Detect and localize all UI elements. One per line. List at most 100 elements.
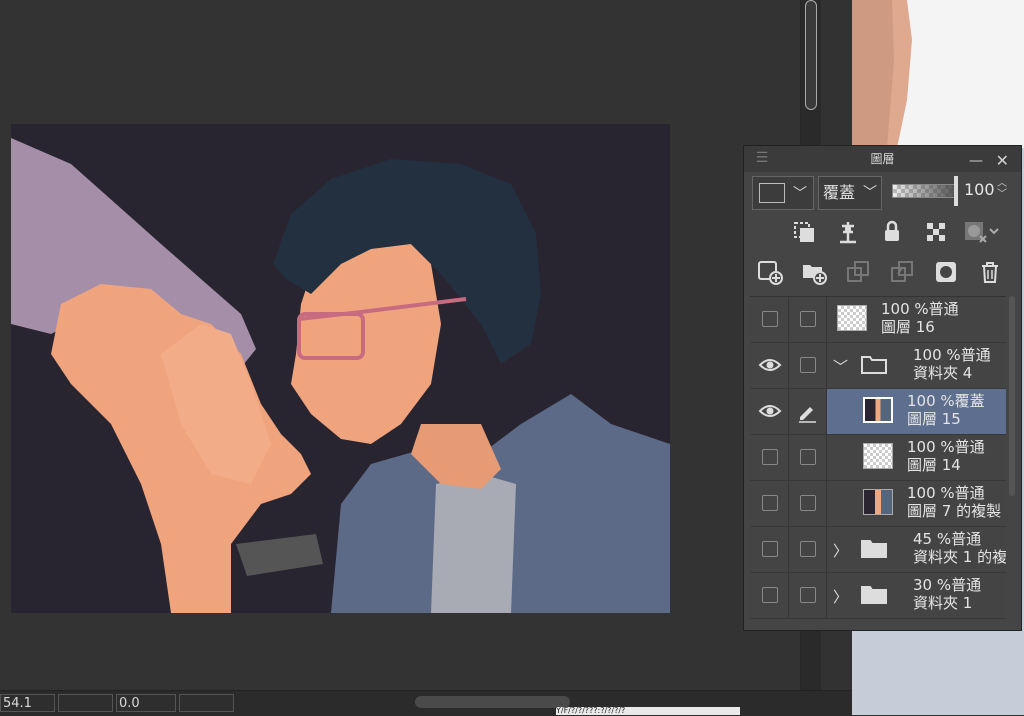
layer-row[interactable]: 100 %覆蓋 圖層 15: [750, 389, 1006, 435]
layer-list-scrollbar[interactable]: [1009, 296, 1015, 496]
layer-info[interactable]: 100 %普通 圖層 14: [827, 435, 1006, 480]
reference-layer-icon[interactable]: [834, 218, 862, 246]
eye-icon: [758, 359, 782, 371]
folder-icon: [861, 540, 887, 558]
create-layer-mask-icon[interactable]: [932, 258, 960, 286]
eye-icon: [758, 405, 782, 417]
layer-info[interactable]: 100 %覆蓋 圖層 15: [827, 389, 1006, 434]
opacity-slider-handle[interactable]: [954, 176, 958, 206]
checkbox-icon: [762, 449, 778, 465]
layer-blend-text: 100 %普通: [907, 484, 985, 502]
checkbox-icon: [800, 495, 816, 511]
visibility-toggle[interactable]: [750, 297, 789, 342]
layer-list: 100 %普通 圖層 16 ﹀ 100 %普通 資料夾 4 100 %覆蓋 圖層 15 100…: [750, 296, 1006, 625]
layer-thumbnail: [863, 443, 893, 469]
chevron-down-icon: ﹀: [863, 185, 877, 201]
opacity-value[interactable]: 100: [964, 180, 995, 199]
layer-name: 圖層 14: [907, 456, 961, 474]
lock-transparency-icon[interactable]: [922, 218, 950, 246]
checkbox-icon: [762, 495, 778, 511]
checkbox-icon: [800, 541, 816, 557]
layer-panel-title: ☰ 圖層 — ✕: [744, 146, 1021, 172]
layer-name: 圖層 7 的複製 2: [907, 502, 1006, 520]
clip-to-layer-below-icon[interactable]: [790, 218, 818, 246]
layer-info[interactable]: 100 %普通 圖層 7 的複製 2: [827, 481, 1006, 526]
zoom-field[interactable]: 54.1: [0, 694, 55, 712]
blend-mode-label: 覆蓋: [823, 183, 856, 202]
layer-name: 資料夾 1 的複: [913, 548, 1006, 566]
layer-row[interactable]: 100 %普通 圖層 16: [750, 297, 1006, 343]
close-icon[interactable]: ✕: [996, 148, 1009, 174]
checkbox-icon: [800, 449, 816, 465]
layer-blend-text: 100 %普通: [881, 300, 959, 318]
lock-icon[interactable]: [878, 218, 906, 246]
tooltip-strip: Y/F/?/?/???:?/?/?/?: [556, 707, 740, 715]
layer-thumbnail: [863, 397, 893, 423]
layer-toggle-icons: [744, 218, 1021, 252]
visibility-toggle[interactable]: [750, 435, 789, 480]
checkbox-icon: [800, 311, 816, 327]
layer-name: 圖層 15: [907, 410, 961, 428]
checkbox-icon: [762, 587, 778, 603]
panel-menu-icon[interactable]: ☰: [754, 151, 770, 165]
blend-mode-dropdown[interactable]: 覆蓋 ﹀: [818, 176, 882, 210]
edit-target-toggle[interactable]: [788, 343, 827, 388]
chevron-down-icon: ﹀: [793, 186, 807, 202]
layer-row[interactable]: 100 %普通 圖層 7 的複製 2: [750, 481, 1006, 527]
edit-target-toggle[interactable]: [788, 389, 827, 434]
layer-row[interactable]: 〉 45 %普通 資料夾 1 的複: [750, 527, 1006, 573]
opacity-spinner-icon[interactable]: ︿ ﹀: [997, 178, 1007, 200]
visibility-toggle[interactable]: [750, 481, 789, 526]
checkbox-icon: [800, 357, 816, 373]
new-folder-icon[interactable]: [800, 258, 828, 286]
new-raster-layer-icon[interactable]: [756, 258, 784, 286]
rotation-field[interactable]: 0.0: [116, 694, 176, 712]
mask-options-icon[interactable]: [962, 218, 1002, 246]
rotation-slider[interactable]: [179, 694, 234, 712]
chevron-right-icon[interactable]: 〉: [833, 540, 848, 561]
canvas-workspace: [0, 0, 800, 690]
layer-row[interactable]: 100 %普通 圖層 14: [750, 435, 1006, 481]
edit-target-toggle[interactable]: [788, 527, 827, 572]
pen-icon: [799, 407, 816, 423]
delete-layer-icon[interactable]: [976, 258, 1004, 286]
layer-row[interactable]: 〉 30 %普通 資料夾 1: [750, 573, 1006, 619]
layer-blend-text: 45 %普通: [913, 530, 982, 548]
layer-name: 圖層 16: [881, 318, 935, 336]
opacity-slider[interactable]: [892, 184, 956, 198]
visibility-toggle[interactable]: [750, 343, 789, 388]
merge-to-lower-layer-icon[interactable]: [888, 258, 916, 286]
edit-target-toggle[interactable]: [788, 573, 827, 618]
visibility-toggle[interactable]: [750, 527, 789, 572]
folder-icon: [861, 356, 887, 374]
minimize-icon[interactable]: —: [969, 148, 983, 174]
layer-color-dropdown[interactable]: ﹀: [752, 176, 814, 210]
edit-target-toggle[interactable]: [788, 481, 827, 526]
checkbox-icon: [762, 541, 778, 557]
layer-row[interactable]: ﹀ 100 %普通 資料夾 4: [750, 343, 1006, 389]
panel-title-text: 圖層: [870, 152, 895, 166]
layer-name: 資料夾 1: [913, 594, 973, 612]
layer-thumbnail: [837, 305, 867, 331]
zoom-slider[interactable]: [58, 694, 113, 712]
visibility-toggle[interactable]: [750, 389, 789, 434]
layer-action-icons: [744, 258, 1021, 292]
layer-name: 資料夾 4: [913, 364, 973, 382]
horizontal-scrollbar[interactable]: [415, 696, 570, 708]
layer-info[interactable]: ﹀ 100 %普通 資料夾 4: [827, 343, 1006, 388]
chevron-down-icon[interactable]: ﹀: [833, 356, 848, 377]
artwork-canvas[interactable]: [11, 124, 670, 613]
chevron-right-icon[interactable]: 〉: [833, 586, 848, 607]
layer-panel: ☰ 圖層 — ✕ ﹀ 覆蓋 ﹀ 100 ︿ ﹀ 100 %普通 圖層 16 ﹀ …: [743, 145, 1022, 631]
layer-properties-bar: ﹀ 覆蓋 ﹀ 100 ︿ ﹀: [744, 174, 1021, 216]
layer-blend-text: 100 %普通: [907, 438, 985, 456]
edit-target-toggle[interactable]: [788, 435, 827, 480]
checkbox-icon: [800, 587, 816, 603]
edit-target-toggle[interactable]: [788, 297, 827, 342]
visibility-toggle[interactable]: [750, 573, 789, 618]
layer-info[interactable]: 〉 45 %普通 資料夾 1 的複: [827, 527, 1006, 572]
layer-info[interactable]: 100 %普通 圖層 16: [827, 297, 1006, 342]
transfer-to-lower-layer-icon[interactable]: [844, 258, 872, 286]
layer-info[interactable]: 〉 30 %普通 資料夾 1: [827, 573, 1006, 618]
layer-blend-text: 100 %覆蓋: [907, 392, 985, 410]
